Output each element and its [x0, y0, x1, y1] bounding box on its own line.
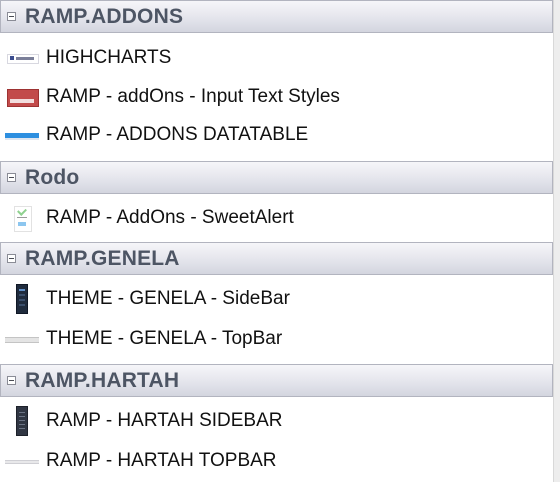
group-header-ramp-genela[interactable]: RAMP.GENELA: [0, 242, 553, 275]
genela-sidebar-thumbnail-icon: [5, 284, 39, 314]
list-item-hartah-topbar[interactable]: RAMP - HARTAH TOPBAR: [0, 441, 553, 481]
group-title: RAMP.GENELA: [25, 246, 180, 270]
list-item-genela-sidebar[interactable]: THEME - GENELA - SideBar: [0, 279, 553, 319]
highcharts-thumbnail-icon: [5, 43, 39, 73]
item-label: RAMP - HARTAH SIDEBAR: [46, 410, 283, 431]
hartah-sidebar-thumbnail-icon: [5, 406, 39, 436]
list-item-hartah-sidebar[interactable]: RAMP - HARTAH SIDEBAR: [0, 401, 553, 441]
sweetalert-thumbnail-icon: [5, 203, 39, 233]
scrollbar-track[interactable]: [553, 0, 560, 482]
group-title: Rodo: [25, 165, 80, 189]
item-label: RAMP - AddOns - SweetAlert: [46, 207, 294, 228]
group-header-ramp-hartah[interactable]: RAMP.HARTAH: [0, 364, 553, 397]
item-label: RAMP - addOns - Input Text Styles: [46, 86, 340, 107]
collapse-toggle-icon[interactable]: [7, 254, 16, 263]
list-item-addons-datatable[interactable]: RAMP - ADDONS DATATABLE: [0, 115, 553, 155]
group-title: RAMP.ADDONS: [25, 4, 184, 28]
item-label: THEME - GENELA - TopBar: [46, 328, 283, 349]
item-label: RAMP - HARTAH TOPBAR: [46, 450, 277, 471]
input-text-styles-thumbnail-icon: [5, 82, 39, 112]
item-label: RAMP - ADDONS DATATABLE: [46, 124, 309, 145]
hartah-topbar-thumbnail-icon: [5, 446, 39, 476]
group-header-ramp-addons[interactable]: RAMP.ADDONS: [0, 0, 553, 33]
grouped-list: RAMP.ADDONS HIGHCHARTS RAMP - addOns - I…: [0, 0, 560, 482]
item-label: THEME - GENELA - SideBar: [46, 288, 290, 309]
genela-topbar-thumbnail-icon: [5, 324, 39, 354]
datatable-thumbnail-icon: [5, 120, 39, 150]
collapse-toggle-icon[interactable]: [7, 376, 16, 385]
collapse-toggle-icon[interactable]: [7, 12, 16, 21]
list-item-genela-topbar[interactable]: THEME - GENELA - TopBar: [0, 319, 553, 359]
collapse-toggle-icon[interactable]: [7, 173, 16, 182]
list-item-sweetalert[interactable]: RAMP - AddOns - SweetAlert: [0, 198, 553, 238]
list-item-highcharts[interactable]: HIGHCHARTS: [0, 38, 553, 78]
item-label: HIGHCHARTS: [46, 47, 172, 68]
group-header-rodo[interactable]: Rodo: [0, 161, 553, 194]
list-item-input-text-styles[interactable]: RAMP - addOns - Input Text Styles: [0, 77, 553, 117]
group-title: RAMP.HARTAH: [25, 368, 180, 392]
